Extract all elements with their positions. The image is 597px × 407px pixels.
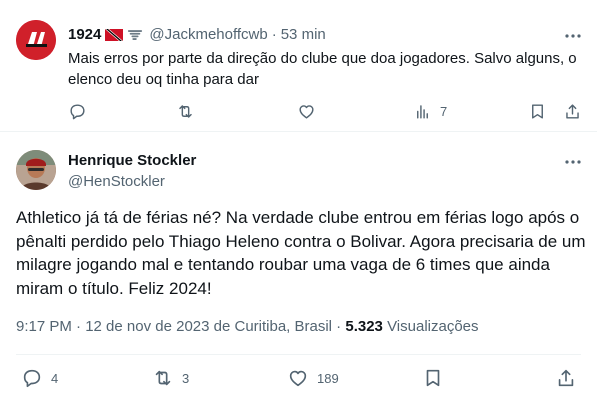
more-icon[interactable] — [563, 26, 583, 46]
reply-avatar[interactable] — [16, 20, 56, 60]
reply-text: Mais erros por parte da direção do clube… — [68, 50, 577, 88]
reply-button[interactable]: 4 — [21, 366, 58, 390]
reply-tweet[interactable]: 1924 @Jackmehoffcwb · 53 min Mais erros … — [0, 0, 597, 132]
reply-icon — [70, 103, 85, 119]
reply-button[interactable] — [68, 99, 87, 123]
views-label: Visualizações — [387, 318, 479, 335]
main-author-handle[interactable]: @HenStockler — [68, 172, 165, 192]
views-button[interactable]: 7 — [413, 99, 447, 123]
repost-icon — [155, 370, 171, 386]
timestamp[interactable]: 9:17 PM · 12 de nov de 2023 de Curitiba,… — [16, 318, 341, 335]
main-actions: 4 3 189 — [0, 366, 597, 390]
bookmark-icon — [426, 369, 440, 387]
reply-author-handle[interactable]: @Jackmehoffcwb — [149, 25, 267, 45]
repost-button[interactable] — [176, 99, 195, 123]
bookmark-button[interactable] — [528, 99, 547, 123]
reply-header: 1924 @Jackmehoffcwb · 53 min — [68, 25, 326, 45]
reply-actions: 7 — [0, 99, 597, 123]
views-count: 5.323 — [345, 318, 383, 335]
reply-author-name[interactable]: 1924 — [68, 25, 101, 45]
like-icon — [299, 104, 314, 119]
share-button[interactable] — [563, 99, 582, 123]
share-icon — [558, 369, 574, 387]
share-button[interactable] — [555, 366, 577, 390]
like-button[interactable] — [297, 99, 316, 123]
repost-button[interactable]: 3 — [152, 366, 189, 390]
repost-icon — [179, 104, 192, 118]
like-button[interactable]: 189 — [287, 366, 339, 390]
reply-separator: · — [271, 26, 277, 43]
views-icon — [417, 104, 428, 119]
reply-count: 4 — [51, 370, 59, 386]
bookmark-icon — [532, 103, 543, 119]
like-count: 189 — [317, 370, 339, 386]
main-avatar[interactable] — [16, 150, 56, 190]
tornado-icon — [128, 29, 143, 40]
repost-count: 3 — [182, 370, 190, 386]
share-icon — [566, 103, 579, 119]
bookmark-button[interactable] — [422, 366, 444, 390]
flag-icon — [105, 29, 124, 41]
reply-icon — [23, 369, 41, 388]
main-text: Athletico já tá de férias né? Na verdade… — [16, 208, 586, 298]
main-author-name[interactable]: Henrique Stockler — [68, 151, 196, 171]
timestamp-line: 9:17 PM · 12 de nov de 2023 de Curitiba,… — [16, 317, 479, 337]
reply-views-count: 7 — [440, 103, 448, 119]
divider — [16, 354, 581, 355]
more-icon[interactable] — [563, 152, 583, 172]
reply-time[interactable]: 53 min — [281, 25, 326, 45]
like-icon — [289, 370, 307, 387]
